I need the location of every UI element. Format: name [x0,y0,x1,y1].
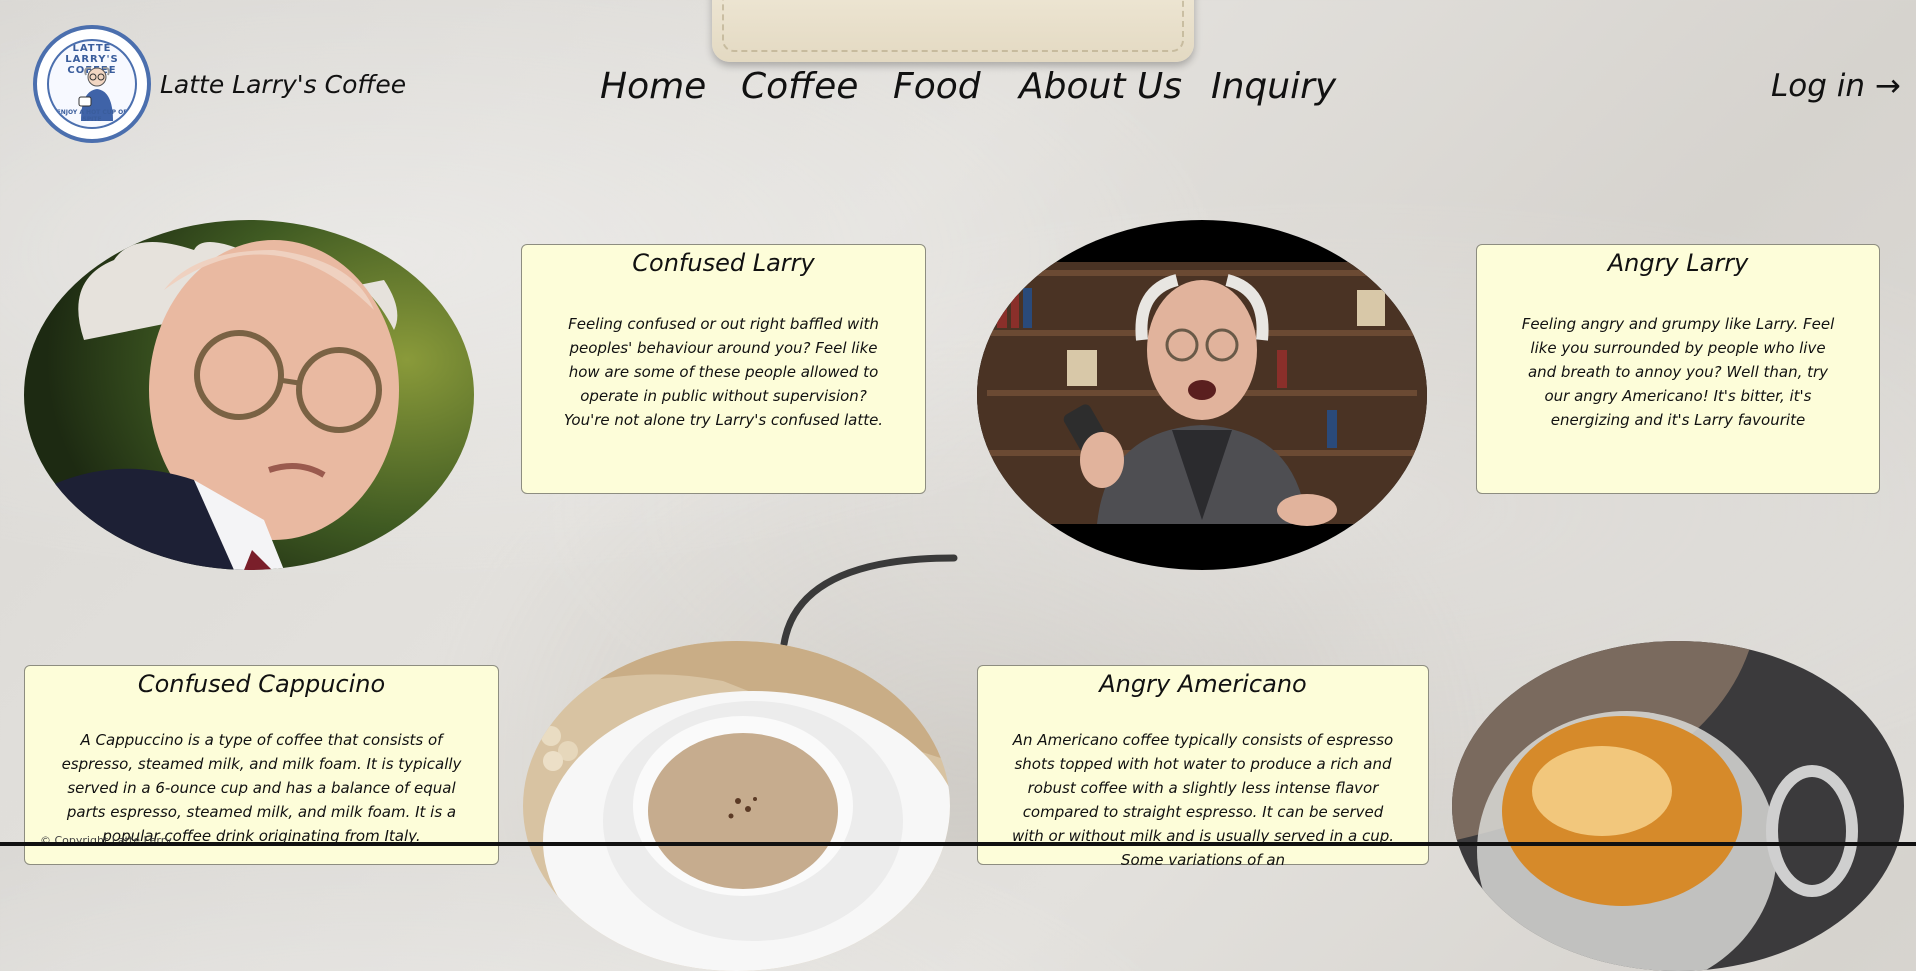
card-title: Confused Larry [632,249,815,277]
confused-larry-photo [24,220,474,570]
nav-home[interactable]: Home [600,66,706,107]
card-text: An Americano coffee typically consists o… [1011,731,1395,869]
angry-larry-image [977,220,1427,570]
angry-larry-photo [977,220,1427,570]
nav-about-us[interactable]: About Us [1019,66,1182,107]
americano-image [1452,641,1904,971]
card-text: Feeling confused or out right baffled wi… [563,315,884,429]
cappucino-image [523,641,950,971]
card-title: Confused Cappucino [137,670,386,698]
card-angry-larry: Angry Larry Feeling angry and grumpy lik… [1476,244,1880,494]
americano-photo [1452,641,1904,971]
nav-inquiry[interactable]: Inquiry [1211,66,1336,107]
bottom-bar [0,842,1916,846]
nav-food[interactable]: Food [893,66,981,107]
logo-inner: LATTE LARRY'S COFFEE ENJOY A HOT CUP OF … [47,39,137,129]
card-text: A Cappuccino is a type of coffee that co… [61,731,462,845]
nav-coffee[interactable]: Coffee [741,66,858,107]
card-confused-larry: Confused Larry Feeling confused or out r… [521,244,926,494]
card-title: Angry Larry [1607,249,1749,277]
card-angry-americano: Angry Americano An Americano coffee typi… [977,665,1429,869]
card-title: Angry Americano [1099,670,1307,698]
card-text: Feeling angry and grumpy like Larry. Fee… [1521,315,1835,429]
logo[interactable]: LATTE LARRY'S COFFEE ENJOY A HOT CUP OF … [33,25,151,143]
coffee-bag-decoration [712,0,1194,62]
login-link[interactable]: Log in → [1771,68,1901,104]
confused-larry-image [24,220,474,570]
decorative-curve [780,554,958,648]
logo-ring-bottom-text: ENJOY A HOT CUP OF SPITE [56,109,128,123]
brand-name[interactable]: Latte Larry's Coffee [160,70,406,99]
cappucino-photo [523,641,950,971]
